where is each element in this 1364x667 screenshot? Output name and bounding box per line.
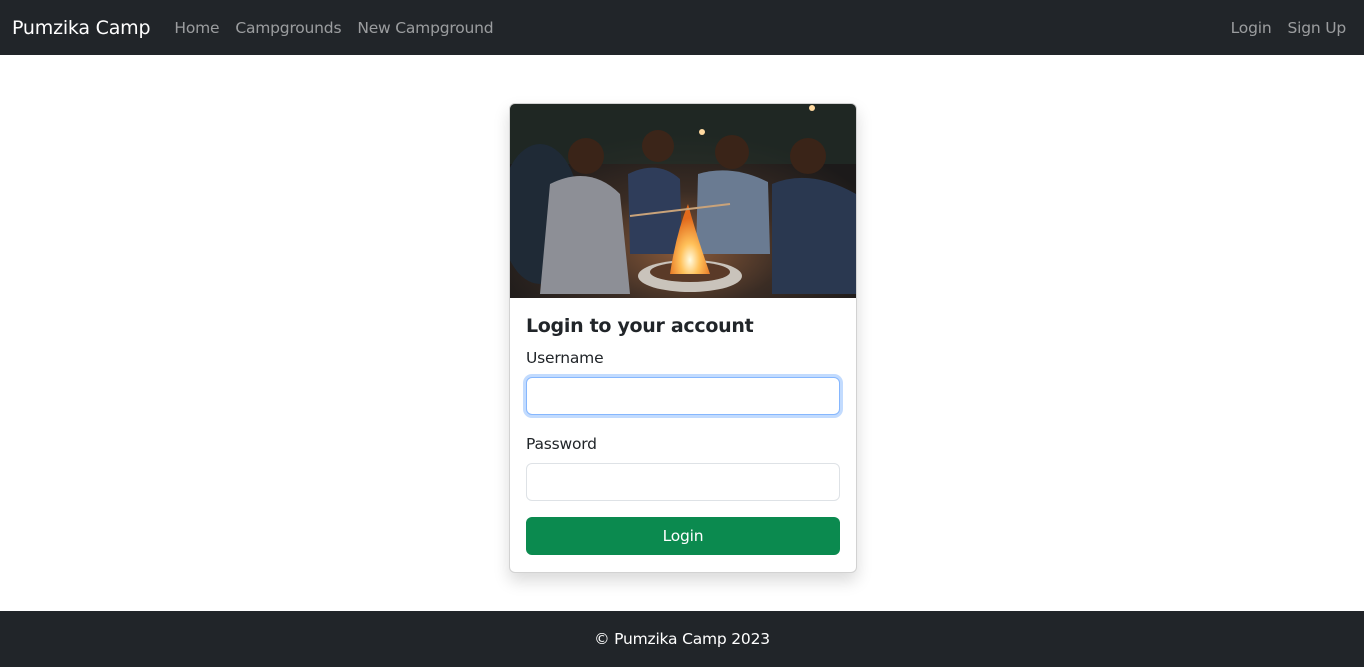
login-submit-button[interactable]: Login xyxy=(526,517,840,555)
nav-right-group: Login Sign Up xyxy=(1223,19,1352,37)
nav-link-signup[interactable]: Sign Up xyxy=(1279,19,1352,37)
footer-copyright: © Pumzika Camp 2023 xyxy=(594,630,770,648)
nav-link-login[interactable]: Login xyxy=(1223,19,1280,37)
password-label: Password xyxy=(526,435,597,453)
top-navbar: Pumzika Camp Home Campgrounds New Campgr… xyxy=(0,0,1364,55)
login-card-body: Login to your account Username Password … xyxy=(510,315,856,555)
page-footer: © Pumzika Camp 2023 xyxy=(0,611,1364,667)
nav-left-group: Pumzika Camp Home Campgrounds New Campgr… xyxy=(12,17,501,39)
login-title: Login to your account xyxy=(526,315,754,337)
brand-link[interactable]: Pumzika Camp xyxy=(12,17,151,39)
login-card: Login to your account Username Password … xyxy=(509,103,857,573)
nav-link-campgrounds[interactable]: Campgrounds xyxy=(227,19,349,37)
campfire-photo-icon xyxy=(510,104,856,298)
nav-link-home[interactable]: Home xyxy=(166,19,227,37)
username-input[interactable] xyxy=(526,377,840,415)
password-input[interactable] xyxy=(526,463,840,501)
nav-link-new-campground[interactable]: New Campground xyxy=(349,19,501,37)
username-label: Username xyxy=(526,349,604,367)
